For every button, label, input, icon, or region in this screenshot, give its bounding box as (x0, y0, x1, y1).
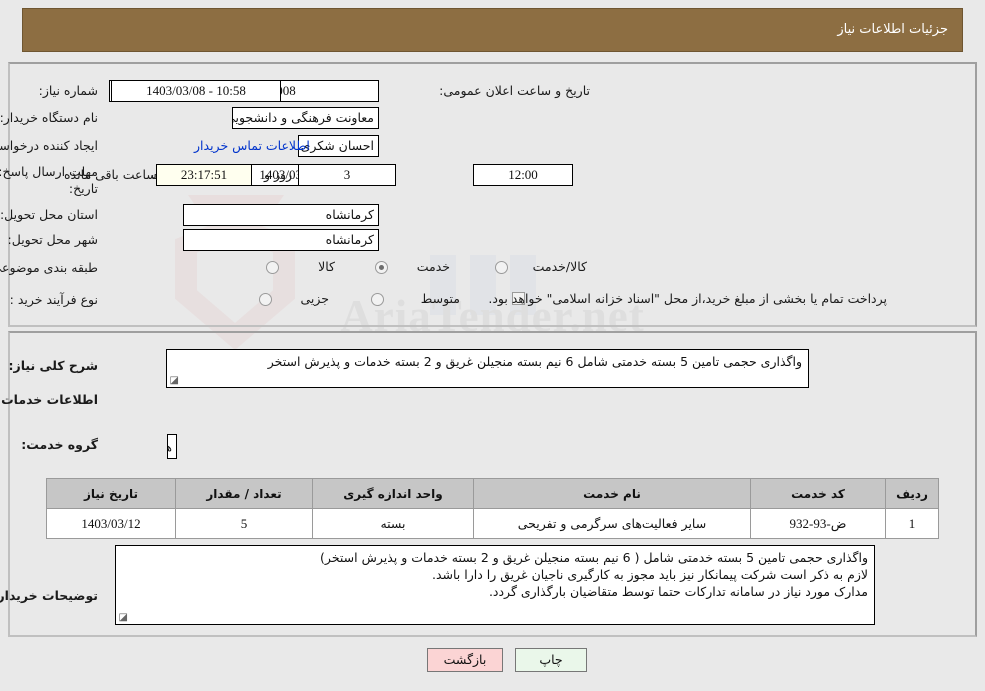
province-label: استان محل تحویل: (0, 207, 98, 222)
table-row: 1 ض-93-932 سایر فعالیت‌های سرگرمی و تفری… (46, 508, 939, 539)
cell-need-date: 1403/03/12 (46, 508, 176, 539)
page-root: AriaTender.net جزئیات اطلاعات نیاز شماره… (0, 0, 985, 691)
col-need-date: تاریخ نیاز (46, 478, 176, 509)
buyer-notes-line-1: واگذاری حجمی تامین 5 بسته خدمتی شامل ( 6… (320, 550, 868, 565)
services-table: ردیف کد خدمت نام خدمت واحد اندازه گیری ت… (46, 478, 939, 539)
print-button[interactable]: چاپ (515, 648, 587, 672)
cell-quantity: 5 (175, 508, 313, 539)
col-unit: واحد اندازه گیری (312, 478, 474, 509)
need-number-label: شماره نیاز: (38, 83, 98, 98)
cell-service-code: ض-93-932 (750, 508, 886, 539)
col-service-name: نام خدمت (473, 478, 751, 509)
table-header-row: ردیف کد خدمت نام خدمت واحد اندازه گیری ت… (46, 478, 939, 509)
summary-textarea[interactable]: واگذاری حجمی تامین 5 بسته خدمتی شامل 6 ن… (166, 349, 809, 388)
service-group-value: هنر، سرگرمی و تفریح (167, 434, 177, 459)
radio-category-kala-khedmat[interactable] (495, 261, 508, 274)
requester-label: ایجاد کننده درخواست: (0, 138, 98, 153)
cell-row-no: 1 (885, 508, 939, 539)
requester-value: احسان شکری کارپرداز معاونت فرهنگی و دانش… (298, 135, 379, 157)
process-label: نوع فرآیند خرید : (9, 292, 98, 307)
remaining-days-label: روز و (264, 167, 293, 182)
countdown-value: 23:17:51 (156, 164, 252, 186)
city-value: کرمانشاه (183, 229, 379, 251)
col-service-code: کد خدمت (750, 478, 886, 509)
resize-grip-icon[interactable]: ◪ (118, 613, 128, 623)
page-title: جزئیات اطلاعات نیاز (22, 8, 963, 52)
buyer-notes-textarea[interactable]: واگذاری حجمی تامین 5 بسته خدمتی شامل ( 6… (115, 545, 875, 625)
public-announce-value: 1403/03/08 - 10:58 (111, 80, 281, 102)
col-quantity: تعداد / مقدار (175, 478, 313, 509)
countdown-label: ساعت باقی مانده (64, 167, 157, 182)
radio-category-kala-khedmat-label: کالا/خدمت (532, 259, 587, 274)
remaining-days-value: 3 (298, 164, 396, 186)
buyer-org-label: نام دستگاه خریدار: (0, 110, 98, 125)
buyer-org-value: معاونت فرهنگی و دانشجویی دانشگاه علوم پز… (232, 107, 379, 129)
buyer-contact-link[interactable]: اطلاعات تماس خریدار (194, 138, 310, 153)
radio-category-kala[interactable] (266, 261, 279, 274)
col-row-no: ردیف (885, 478, 939, 509)
buyer-notes-label: توضیحات خریدار: (0, 588, 98, 603)
buyer-notes-line-2: لازم به ذکر است شرکت پیمانکار نیز باید م… (431, 567, 868, 582)
cell-service-name: سایر فعالیت‌های سرگرمی و تفریحی (473, 508, 751, 539)
category-label: طبقه بندی موضوعی: (0, 260, 98, 275)
deadline-label-line2: تاریخ: (68, 181, 98, 196)
radio-category-kala-label: کالا (318, 259, 335, 274)
treasury-bond-label: پرداخت تمام یا بخشی از مبلغ خرید،از محل … (488, 291, 887, 306)
province-value: کرمانشاه (183, 204, 379, 226)
buyer-notes-line-3: مدارک مورد نیاز در سامانه تدارکات حتما ت… (488, 584, 868, 599)
city-label: شهر محل تحویل: (7, 232, 98, 247)
radio-category-khedmat-label: خدمت (416, 259, 450, 274)
resize-grip-icon[interactable]: ◪ (169, 376, 179, 386)
cell-unit: بسته (312, 508, 474, 539)
service-group-label: گروه خدمت: (21, 437, 98, 452)
radio-category-khedmat[interactable] (375, 261, 388, 274)
public-announce-label: تاریخ و ساعت اعلان عمومی: (439, 83, 590, 98)
summary-text: واگذاری حجمی تامین 5 بسته خدمتی شامل 6 ن… (267, 354, 802, 369)
summary-label: شرح کلی نیاز: (8, 358, 98, 373)
back-button[interactable]: بازگشت (427, 648, 503, 672)
deadline-time-value: 12:00 (473, 164, 573, 186)
services-section-title: اطلاعات خدمات مورد نیاز (0, 392, 98, 407)
